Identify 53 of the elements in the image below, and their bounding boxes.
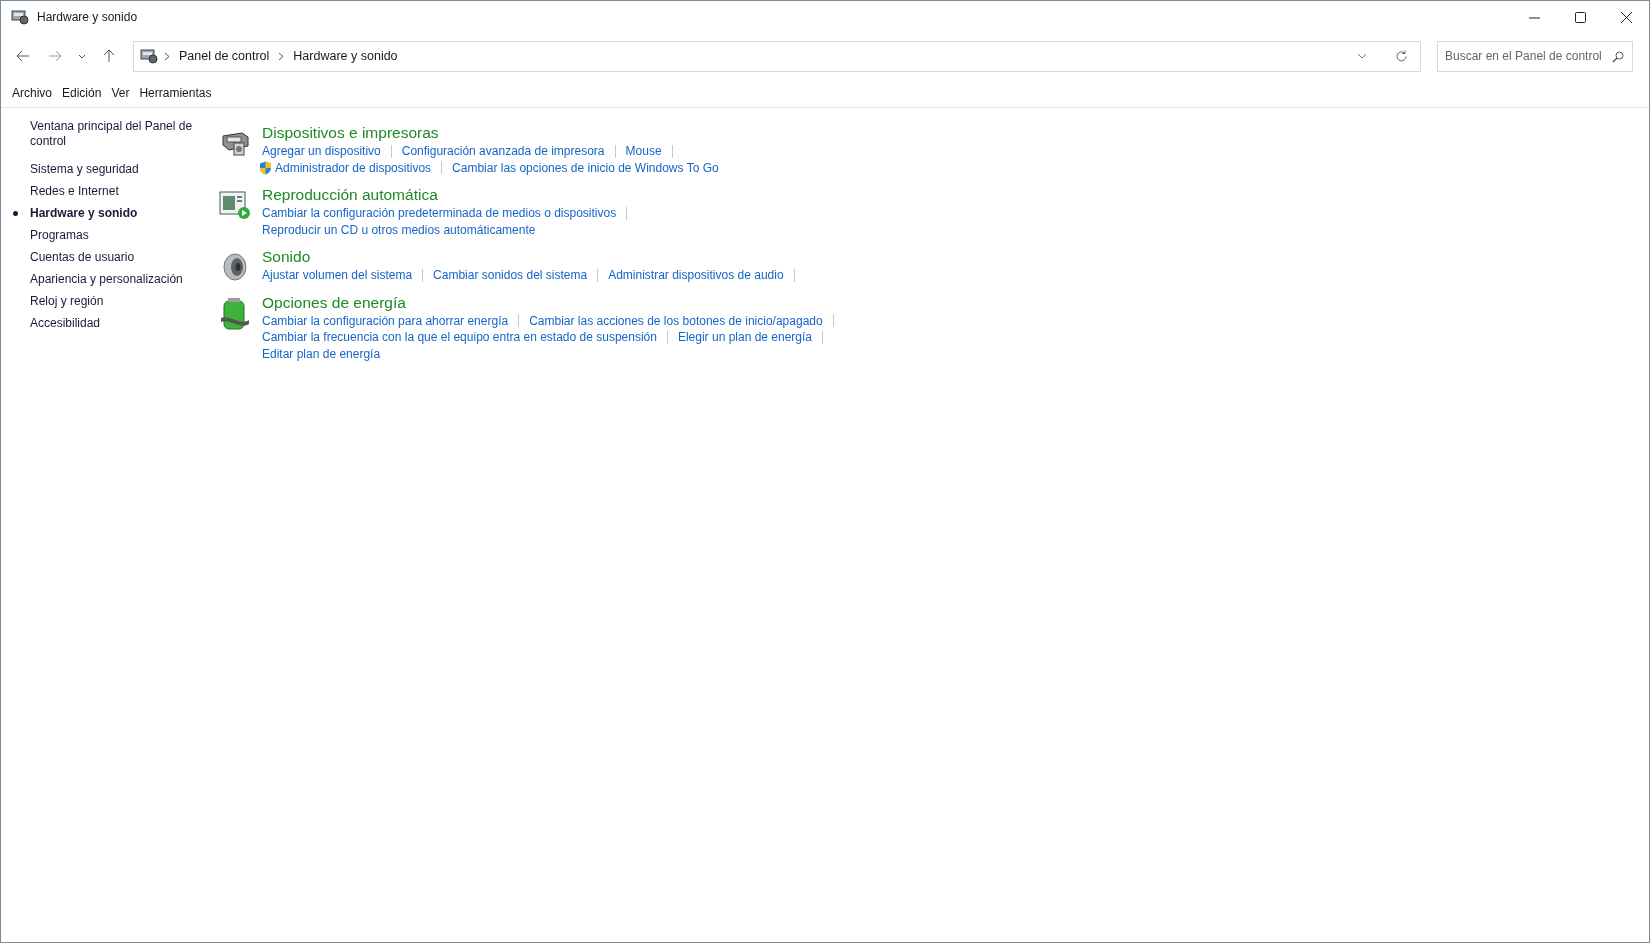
up-arrow-icon <box>103 49 115 63</box>
control-panel-icon <box>140 48 158 64</box>
sidebar-link[interactable]: Accesibilidad <box>30 316 200 331</box>
breadcrumb-item[interactable]: Hardware y sonido <box>290 49 401 63</box>
task-link[interactable]: Editar plan de energía <box>262 346 381 361</box>
sidebar-link[interactable]: Programas <box>30 228 200 243</box>
category-title[interactable]: Dispositivos e impresoras <box>262 123 719 143</box>
sidebar-link[interactable]: Ventana principal del Panel de control <box>30 119 200 149</box>
menu-item[interactable]: Archivo <box>7 86 57 100</box>
chevron-icon <box>278 51 285 61</box>
sidebar-link[interactable]: Redes e Internet <box>30 184 200 199</box>
task-link[interactable]: Cambiar las acciones de los botones de inicio/apagado <box>529 313 823 328</box>
close-icon <box>1620 11 1632 23</box>
task-link[interactable]: Ajustar volumen del sistema <box>262 268 413 283</box>
task-link[interactable]: Cambiar sonidos del sistema <box>433 268 588 283</box>
refresh-icon[interactable] <box>1395 49 1408 63</box>
battery-icon <box>219 297 251 332</box>
search-icon <box>1612 50 1624 63</box>
sidebar-link[interactable]: Sistema y seguridad <box>30 162 200 177</box>
speaker-icon <box>221 252 249 282</box>
task-link[interactable]: Cambiar la frecuencia con la que el equipo entra en estado de suspensión <box>262 330 657 345</box>
task-link[interactable]: Configuración avanzada de impresora <box>401 144 605 159</box>
control-panel-icon <box>11 9 29 25</box>
task-link[interactable]: Mouse <box>625 144 662 159</box>
sidebar-link[interactable]: Reloj y región <box>30 294 200 309</box>
chevron-icon <box>164 51 170 61</box>
menu-item[interactable]: Herramientas <box>134 86 217 100</box>
category-title[interactable]: Opciones de energía <box>262 292 844 313</box>
task-link[interactable]: Reproducir un CD u otros medios automáticamente <box>262 222 536 237</box>
maximize-icon <box>1574 11 1586 23</box>
category-title[interactable]: Reproducción automática <box>262 185 638 205</box>
sidebar-link[interactable]: Hardware y sonido <box>30 206 200 221</box>
task-link[interactable]: Cambiar la configuración para ahorrar energía <box>262 313 509 328</box>
search-field[interactable]: Buscar en el Panel de control <box>1437 40 1633 72</box>
breadcrumb-item[interactable]: Panel de control <box>176 49 273 63</box>
autoplay-icon <box>219 190 251 220</box>
forward-arrow-icon <box>48 50 62 62</box>
category-title[interactable]: Sonido <box>262 247 805 267</box>
window-title: Hardware y sonido <box>37 10 138 24</box>
menu-item[interactable]: Edición <box>57 86 107 100</box>
dropdown-icon[interactable] <box>1357 53 1367 59</box>
task-link[interactable]: Agregar un dispositivo <box>262 144 381 159</box>
sidebar-link[interactable]: Cuentas de usuario <box>30 250 200 265</box>
task-link[interactable]: Administrador de dispositivos <box>259 160 432 175</box>
task-link[interactable]: Cambiar la configuración predeterminada de medios o dispositivos <box>262 206 617 221</box>
chevron-down-icon <box>78 53 86 59</box>
task-link[interactable]: Administrar dispositivos de audio <box>608 268 784 283</box>
sidebar-link[interactable]: Apariencia y personalización <box>30 272 200 287</box>
back-arrow-icon <box>16 50 30 62</box>
task-link[interactable]: Elegir un plan de energía <box>677 330 813 345</box>
menu-item[interactable]: Ver <box>106 86 135 100</box>
address-bar[interactable]: Panel de control Hardware y sonido <box>133 40 1421 72</box>
task-link[interactable]: Cambiar las opciones de inicio de Windows To Go <box>452 160 719 175</box>
